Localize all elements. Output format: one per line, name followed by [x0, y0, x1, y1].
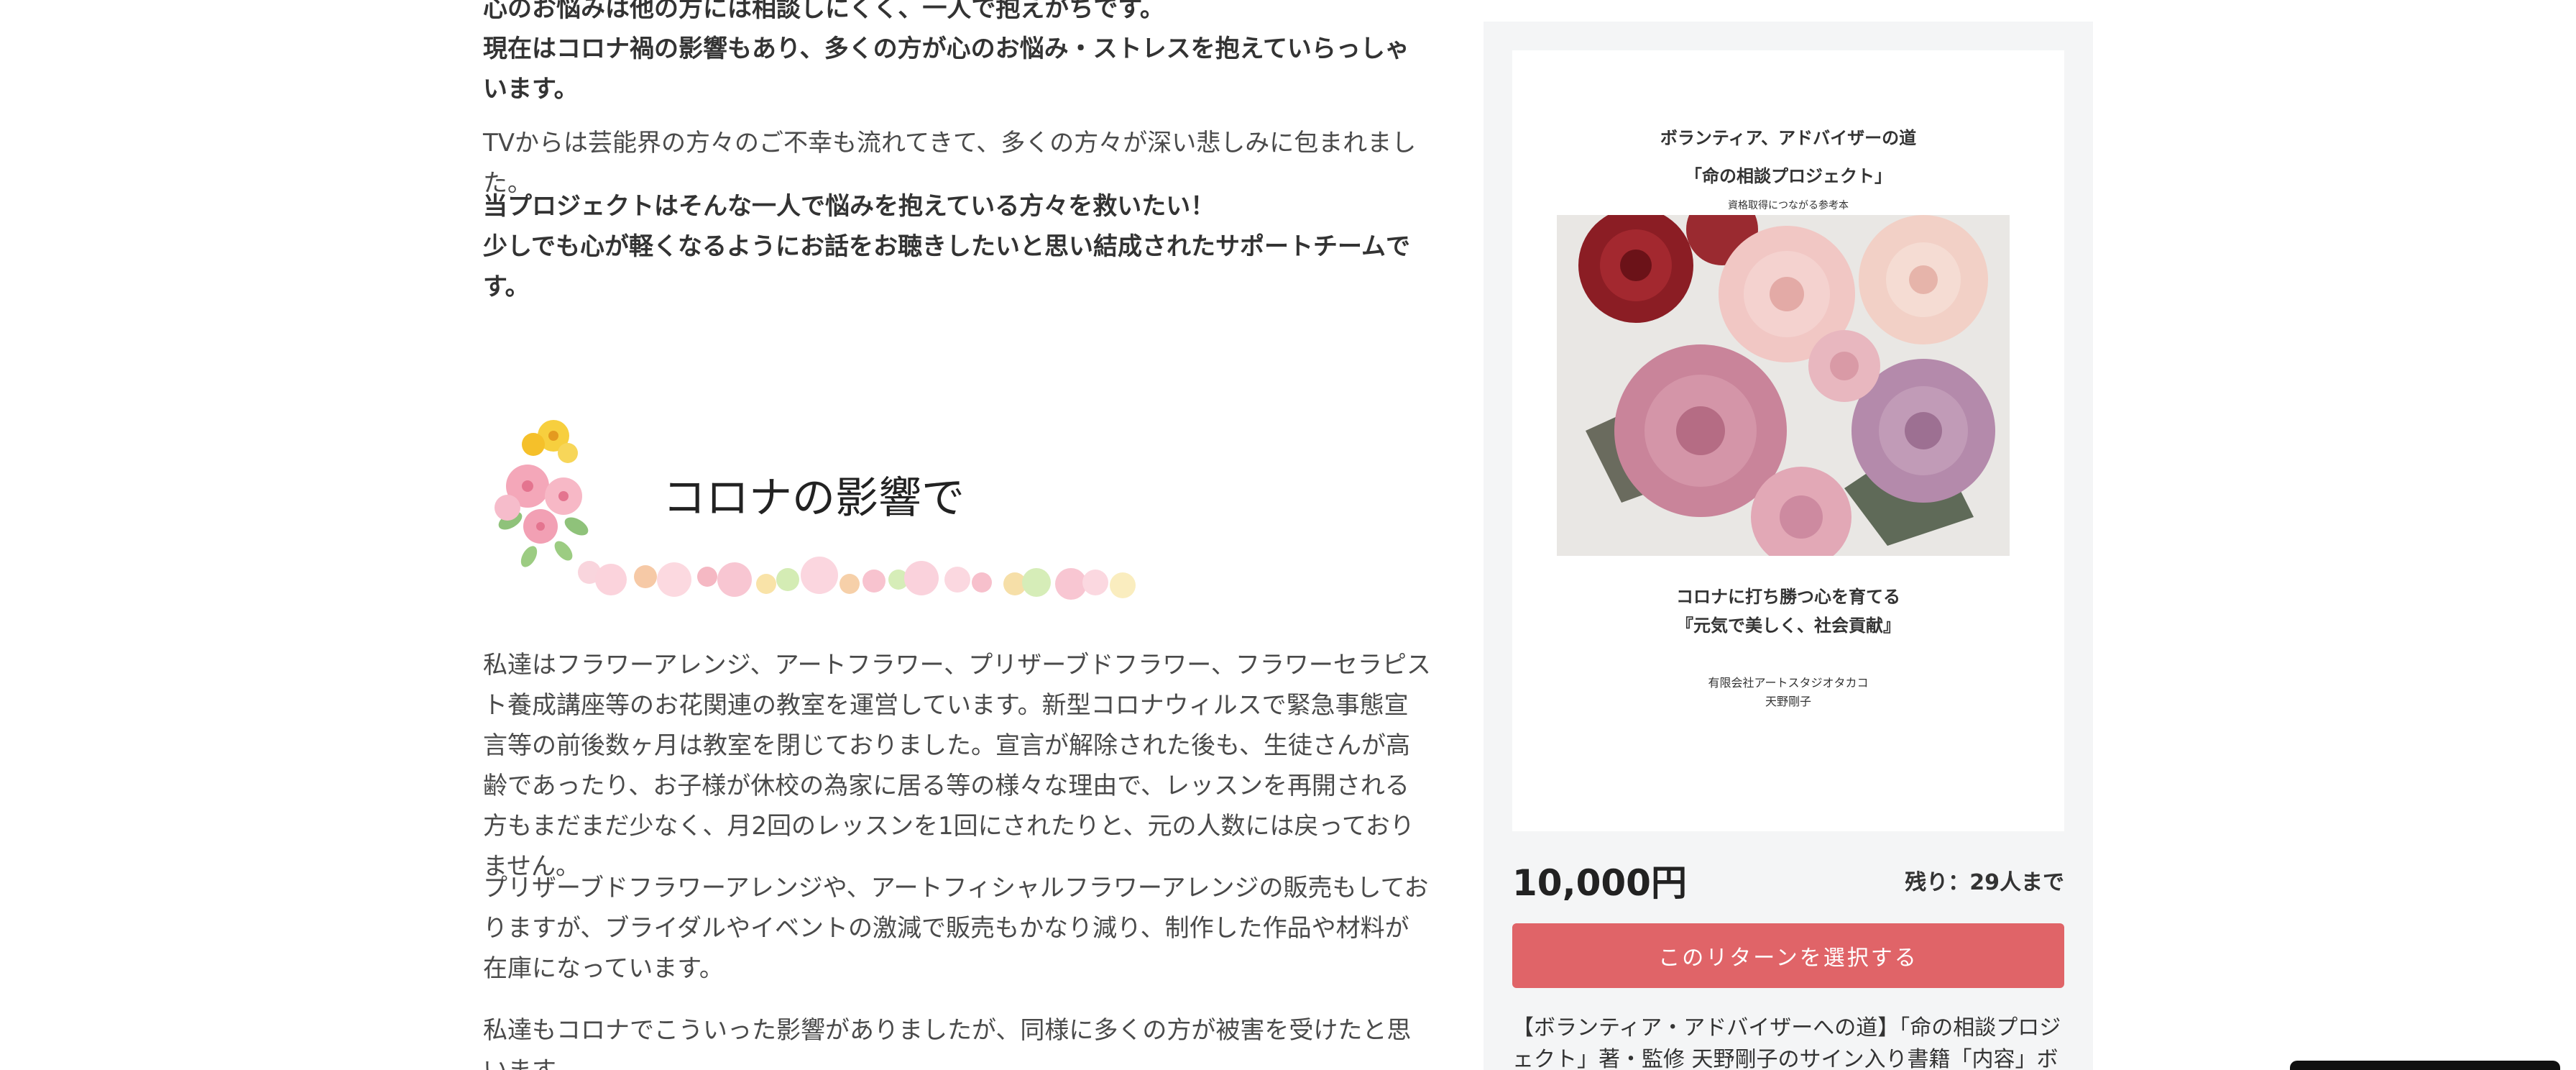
book-author: 天野剛子 [1765, 695, 1811, 708]
book-subtitle: 資格取得につながる参考本 [1728, 200, 1849, 211]
para-top: 心のお悩みは他の方には相談しにくく、一人で抱えがちです。 [483, 0, 1164, 23]
para-flower-classes: 私達はフラワーアレンジ、アートフラワー、プリザーブドフラワー、フラワーセラピスト… [483, 651, 1431, 881]
project-statement: 当プロジェクトはそんな一人で悩みを抱えている方々を救いたい！ 少しでも心が軽くな… [483, 186, 1432, 307]
chat-widget-tab[interactable] [2290, 1061, 2560, 1070]
rose-bouquet-photo [1557, 215, 2010, 556]
para-project-2: 少しでも心が軽くなるようにお話をお聴きしたいと思い結成されたサポートチームです。 [483, 232, 1410, 301]
book-publisher: 有限会社アートスタジオタカコ [1708, 676, 1869, 690]
book-title-project: 「命の相談プロジェクト」 [1685, 165, 1892, 186]
book-tagline-1: コロナに打ち勝つ心を育てる [1676, 586, 1900, 607]
reward-price: 10,000円 [1512, 862, 1687, 904]
para-sales: プリザーブドフラワーアレンジや、アートフィシャルフラワーアレンジの販売もしており… [483, 874, 1429, 983]
reward-card: ボランティア、アドバイザーの道 「命の相談プロジェクト」 資格取得につながる参考… [1484, 22, 2093, 1070]
para-corona: 現在はコロナ禍の影響もあり、多くの方が心のお悩み・ストレスを抱えていらっしゃいま… [483, 35, 1409, 104]
book-tagline-2: 『元気で美しく、社会貢献』 [1676, 615, 1900, 636]
reward-image: ボランティア、アドバイザーの道 「命の相談プロジェクト」 資格取得につながる参考… [1512, 50, 2064, 831]
intro-text: 心のお悩みは他の方には相談しにくく、一人で抱えがちです。 現在はコロナ禍の影響も… [483, 0, 1432, 109]
para-impact: 私達もコロナでこういった影響がありましたが、同様に多くの方が被害を受けたと思いま… [483, 1016, 1412, 1070]
select-reward-button[interactable]: このリターンを選択する [1512, 923, 2064, 988]
para-project-1: 当プロジェクトはそんな一人で悩みを抱えている方々を救いたい！ [483, 192, 1215, 221]
section-heading: コロナの影響で [663, 473, 965, 523]
reward-description: 【ボランティア・アドバイザーへの道】「命の相談プロジェクト」著・監修 天野剛子の… [1512, 1015, 2061, 1070]
remaining-count: 残り：29人まで [1905, 870, 2064, 895]
section-heading-image: コロナの影響で [483, 400, 1245, 608]
book-title-line: ボランティア、アドバイザーの道 [1660, 127, 1917, 148]
